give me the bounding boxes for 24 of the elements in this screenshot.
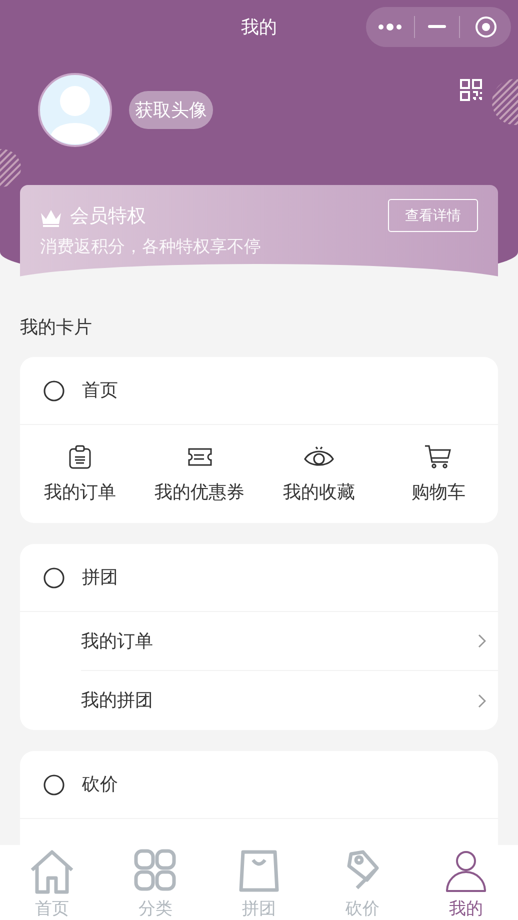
chevron-right-icon [478,634,486,648]
cart-icon [424,444,452,470]
card-title: 砍价 [82,773,118,796]
card-title: 首页 [82,379,118,402]
qr-code-icon[interactable] [460,79,482,101]
grid-menu-item[interactable]: 购物车 [378,425,498,523]
grid-menu-item[interactable]: 我的订单 [20,425,140,523]
nav-title: 我的 [241,16,277,38]
list-menu-item[interactable]: 我的拼团 [81,671,498,730]
card-title: 拼团 [82,566,118,589]
grid-menu-item[interactable]: 我的收藏 [259,425,378,523]
circle-icon [43,566,65,588]
section-title: 我的卡片 [19,316,93,339]
avatar-icon [38,73,112,147]
clipboard-icon [66,444,93,470]
grid-menu-item[interactable]: 我的优惠券 [140,425,259,523]
tab-bar-item[interactable]: 我的 [414,845,518,920]
circle-icon [43,774,65,796]
list-menu-item[interactable]: 我的订单 [81,612,498,671]
member-title: 会员特权 [70,205,146,230]
eye-icon [302,444,335,468]
crown-icon [40,208,62,228]
chevron-right-icon [478,694,486,708]
circle-icon [43,380,65,402]
